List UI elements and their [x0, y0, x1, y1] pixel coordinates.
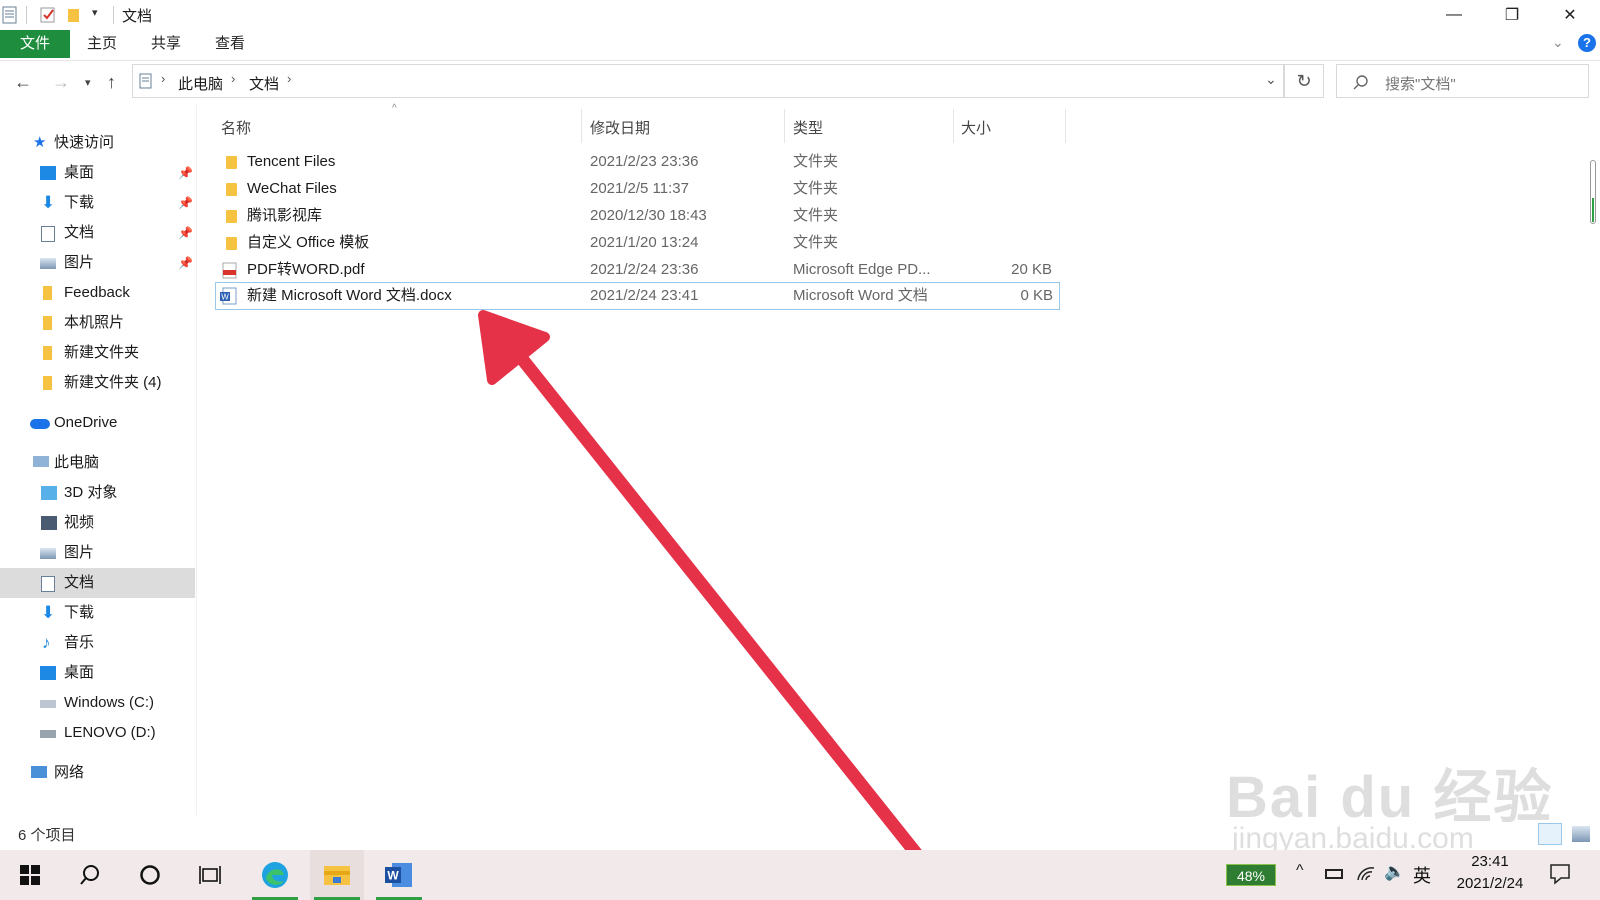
scrollbar-thumb[interactable]	[1592, 198, 1594, 222]
edge-browser-icon[interactable]	[248, 850, 302, 900]
ime-language-indicator[interactable]: 英	[1413, 862, 1431, 888]
start-windows-icon[interactable]	[10, 850, 50, 900]
battery-icon[interactable]	[1325, 869, 1343, 879]
file-explorer-icon[interactable]	[310, 850, 364, 900]
volume-icon[interactable]: 🔈	[1384, 862, 1405, 882]
task-view-icon[interactable]	[190, 850, 230, 900]
word-app-icon[interactable]: W	[372, 850, 426, 900]
show-hidden-icons-chevron-icon[interactable]: ^	[1296, 862, 1304, 880]
search-icon[interactable]	[70, 850, 110, 900]
svg-text:W: W	[387, 869, 399, 883]
cortana-icon[interactable]	[130, 850, 170, 900]
taskbar: W 48% ^ 🔈 英 23:41 2021/2/24	[0, 850, 1600, 900]
battery-percentage-badge[interactable]: 48%	[1226, 864, 1276, 886]
clock-time[interactable]: 23:41	[1445, 853, 1535, 870]
wifi-icon[interactable]	[1356, 864, 1376, 882]
status-item-count: 6 个项目	[18, 827, 76, 844]
large-icons-view-icon[interactable]	[1569, 823, 1593, 845]
action-center-notification-icon[interactable]	[1549, 863, 1571, 885]
clock-date[interactable]: 2021/2/24	[1445, 875, 1535, 892]
